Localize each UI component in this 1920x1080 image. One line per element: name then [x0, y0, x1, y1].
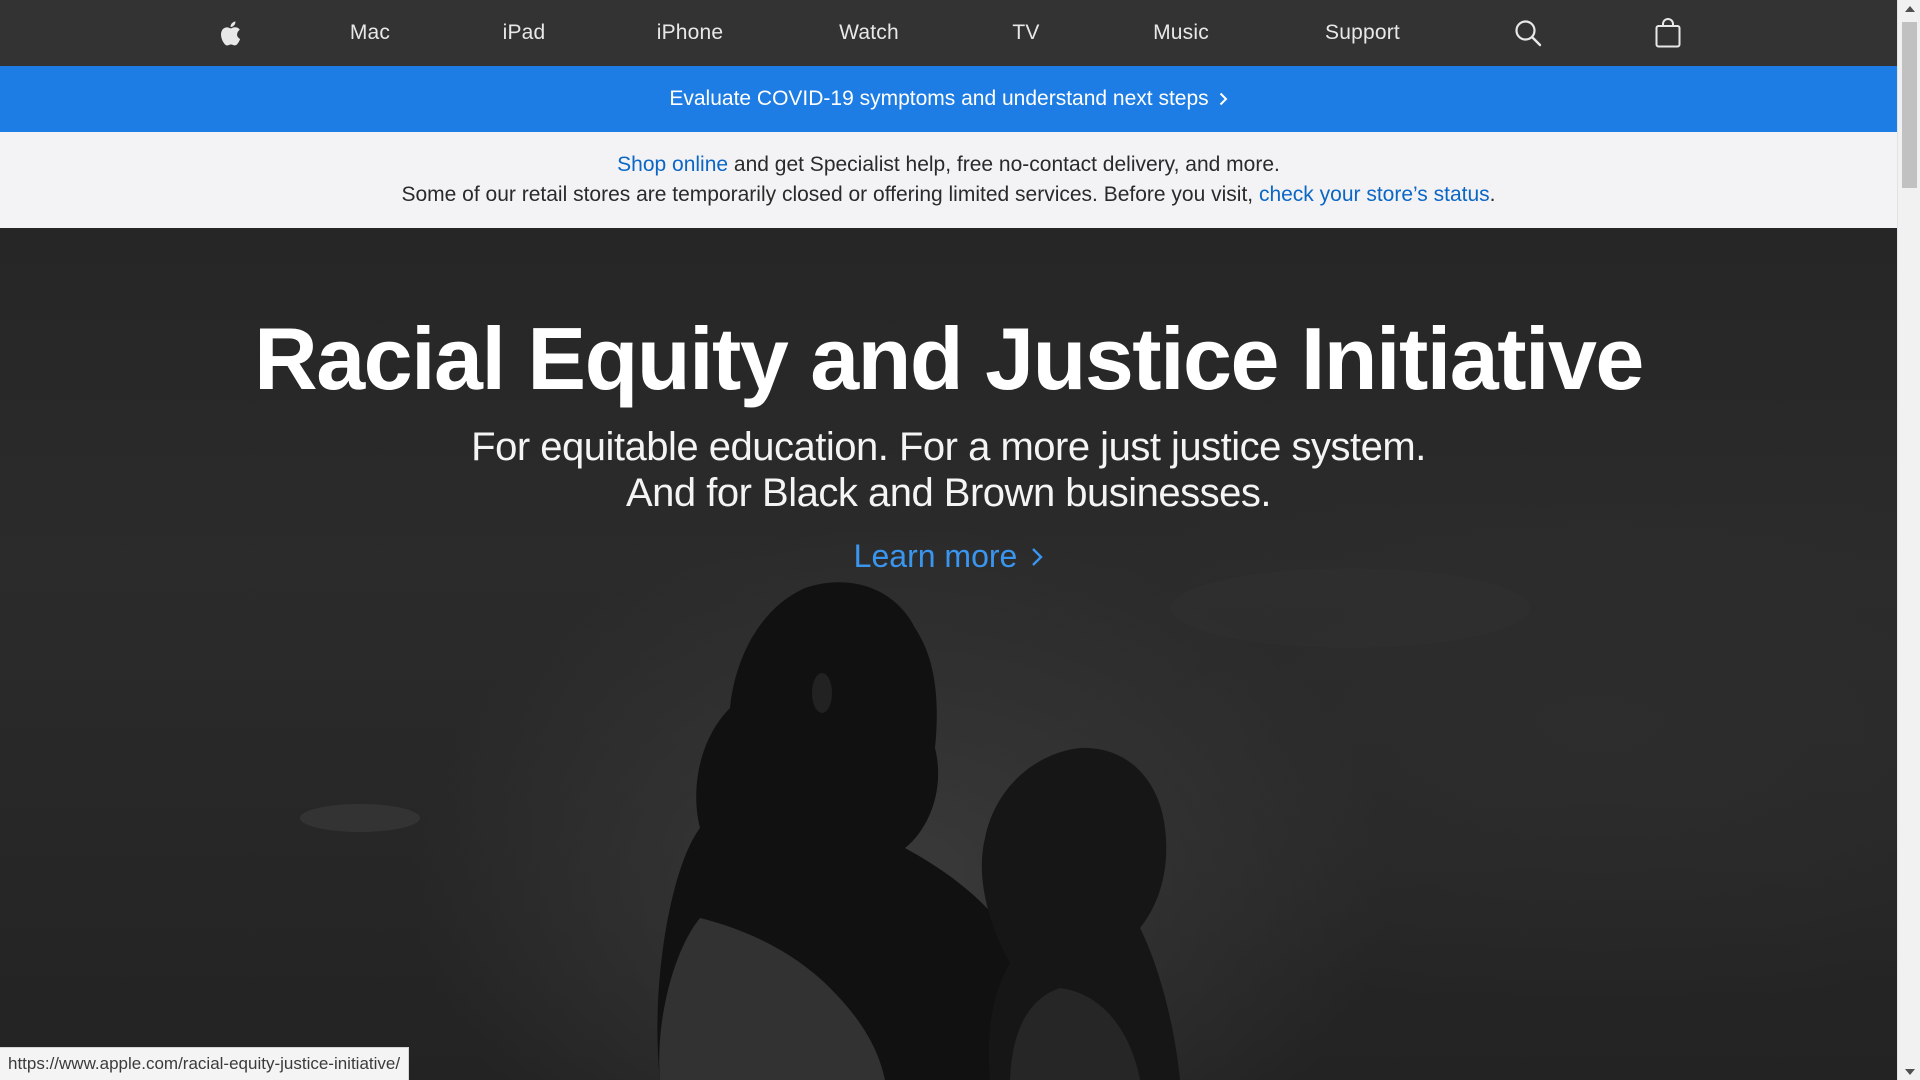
store-notice-line-1: Shop online and get Specialist help, fre… [0, 150, 1897, 180]
hero-title: Racial Equity and Justice Initiative [254, 309, 1644, 408]
nav-item-mac[interactable]: Mac [330, 0, 410, 66]
vertical-scrollbar[interactable] [1897, 0, 1920, 1080]
scroll-up-arrow-icon[interactable] [1898, 0, 1920, 17]
scroll-down-arrow-icon[interactable] [1898, 1063, 1920, 1080]
store-notice-line-1-text: and get Specialist help, free no-contact… [728, 153, 1280, 176]
link-status-bar: https://www.apple.com/racial-equity-just… [0, 1047, 410, 1080]
hero-link-row: Learn more [0, 538, 1897, 575]
nav-item-watch[interactable]: Watch [820, 0, 918, 66]
page: Mac iPad iPhone Watch TV Music Support E… [0, 0, 1897, 1080]
nav-item-iphone[interactable]: iPhone [640, 0, 740, 66]
hero-subtitle-line-1: For equitable education. For a more just… [471, 425, 1426, 469]
scrollbar-thumb[interactable] [1902, 22, 1917, 188]
hero-section: Racial Equity and Justice Initiative For… [0, 228, 1897, 1080]
bag-icon[interactable] [1650, 0, 1686, 66]
store-notice-line-2: Some of our retail stores are temporaril… [0, 180, 1897, 210]
covid-ribbon: Evaluate COVID-19 symptoms and understan… [0, 66, 1897, 132]
nav-item-support[interactable]: Support [1310, 0, 1415, 66]
store-notice-line-2-text: Some of our retail stores are temporaril… [401, 183, 1259, 206]
chevron-right-icon [1032, 547, 1044, 566]
covid-ribbon-text: Evaluate COVID-19 symptoms and understan… [669, 87, 1209, 110]
global-nav: Mac iPad iPhone Watch TV Music Support [0, 0, 1897, 66]
apple-logo-icon[interactable] [210, 0, 250, 66]
store-notice: Shop online and get Specialist help, fre… [0, 132, 1897, 228]
search-icon[interactable] [1510, 0, 1546, 66]
store-status-link[interactable]: check your store’s status [1259, 183, 1490, 206]
chevron-right-icon [1219, 92, 1228, 106]
store-notice-line-2-end: . [1489, 183, 1496, 206]
hero-subtitle: For equitable education. For a more just… [0, 424, 1897, 516]
shop-online-link[interactable]: Shop online [617, 153, 728, 176]
covid-ribbon-link[interactable]: Evaluate COVID-19 symptoms and understan… [669, 87, 1228, 111]
nav-item-tv[interactable]: TV [1000, 0, 1052, 66]
nav-item-music[interactable]: Music [1135, 0, 1227, 66]
learn-more-link[interactable]: Learn more [854, 538, 1044, 575]
hero-subtitle-line-2: And for Black and Brown businesses. [625, 471, 1272, 515]
nav-item-ipad[interactable]: iPad [480, 0, 568, 66]
learn-more-label: Learn more [853, 538, 1018, 574]
